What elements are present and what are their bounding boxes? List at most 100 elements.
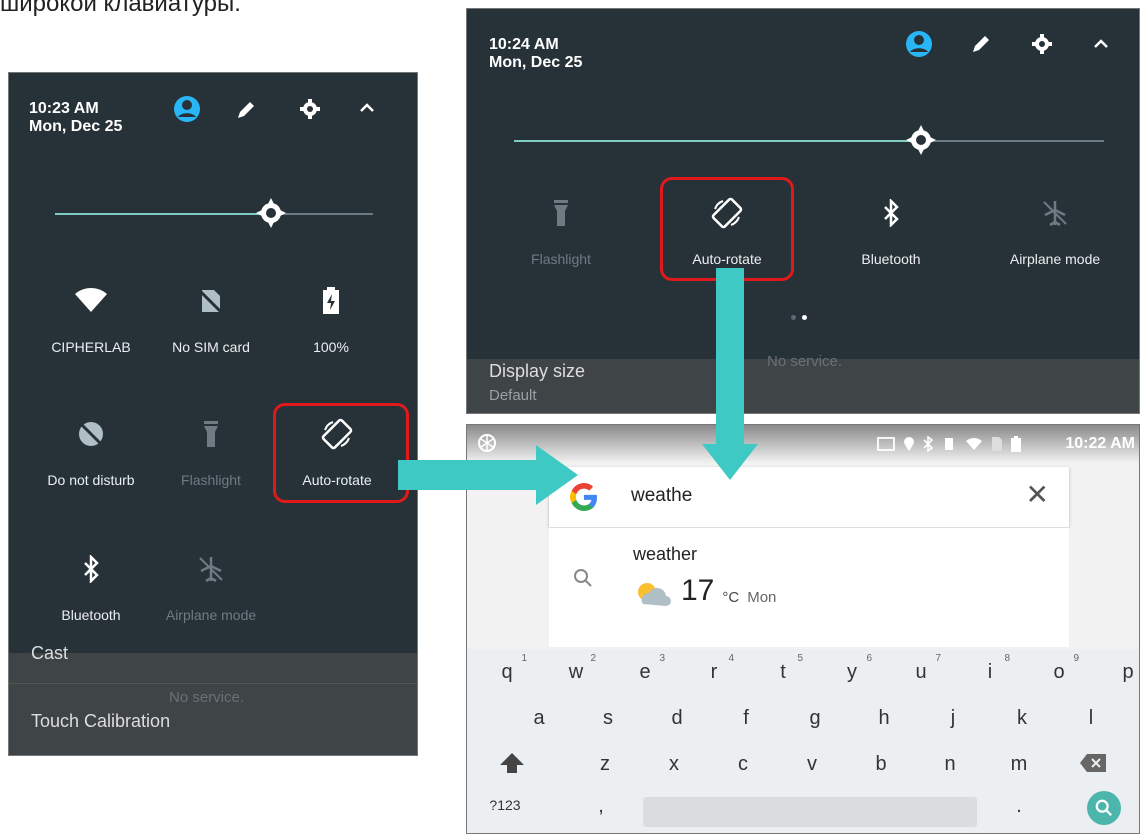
search-box[interactable]: weathe ✕	[549, 467, 1069, 527]
location-icon	[904, 437, 914, 451]
key-b[interactable]: b	[851, 753, 911, 776]
arrow-down-shaft	[716, 268, 744, 446]
background-settings-list: Display size Default No service.	[467, 353, 1139, 413]
search-key-icon[interactable]	[1087, 791, 1121, 825]
user-account-icon[interactable]	[173, 95, 201, 123]
tile-bluetooth[interactable]: Bluetooth	[831, 197, 951, 267]
key-y[interactable]: y6	[822, 653, 882, 684]
brightness-slider[interactable]	[55, 198, 373, 228]
partly-cloudy-icon	[638, 583, 671, 606]
key-w[interactable]: w2	[546, 653, 606, 684]
symbols-key[interactable]: ?123	[475, 797, 535, 813]
space-bar[interactable]	[643, 797, 977, 827]
clock-date: Mon, Dec 25	[489, 54, 583, 71]
on-screen-keyboard: q1 w2 e3 r4 t5 y6 u7 i8 o9 p0 asdfghjkl zxcvbnm ?…	[467, 649, 1139, 833]
period-key[interactable]: .	[989, 795, 1049, 818]
key-o[interactable]: o9	[1029, 653, 1089, 684]
key-h[interactable]: h	[854, 707, 914, 730]
wifi-icon	[966, 438, 982, 450]
tile-airplane[interactable]: Airplane mode	[995, 197, 1115, 267]
airplane-icon	[151, 553, 271, 585]
cast-item-cut: Cast	[31, 643, 69, 663]
suggestion-weather[interactable]: weather 17 °C Mon	[549, 527, 1069, 647]
collapse-chevron-icon[interactable]	[1093, 37, 1109, 49]
no-sim-icon	[992, 437, 1002, 451]
touch-calibration-item[interactable]: Touch Calibration	[31, 711, 170, 732]
key-v[interactable]: v	[782, 753, 842, 776]
keyboard-row-2: asdfghjkl	[467, 707, 1139, 751]
search-icon	[573, 568, 593, 593]
do-not-disturb-icon	[31, 418, 151, 450]
key-j[interactable]: j	[923, 707, 983, 730]
backspace-key-icon[interactable]	[1063, 753, 1123, 779]
shift-key-icon[interactable]	[482, 751, 542, 781]
key-g[interactable]: g	[785, 707, 845, 730]
cast-icon	[877, 437, 895, 451]
tile-no-sim[interactable]: No SIM card	[151, 285, 271, 355]
key-s[interactable]: s	[578, 707, 638, 730]
keyboard-row-4: ?123 , .	[467, 789, 1139, 833]
clock-time: 10:23 AM	[29, 100, 99, 117]
key-p[interactable]: p0	[1098, 661, 1139, 684]
key-e[interactable]: e3	[615, 653, 675, 684]
key-t[interactable]: t5	[753, 653, 813, 684]
display-size-value: Default	[489, 387, 537, 404]
key-d[interactable]: d	[647, 707, 707, 730]
key-u[interactable]: u7	[891, 653, 951, 684]
weather-day: Mon	[747, 589, 777, 606]
tile-battery[interactable]: 100%	[271, 285, 391, 355]
tile-airplane[interactable]: Airplane mode	[151, 553, 271, 623]
key-a[interactable]: a	[509, 707, 569, 730]
key-z[interactable]: z	[575, 753, 635, 776]
brightness-slider[interactable]	[514, 125, 1104, 155]
tile-flashlight[interactable]: Flashlight	[501, 197, 621, 267]
key-f[interactable]: f	[716, 707, 776, 730]
comma-key[interactable]: ,	[571, 795, 631, 818]
wifi-icon	[31, 285, 151, 317]
page-indicator[interactable]	[791, 315, 807, 320]
suggestion-title: weather	[633, 544, 698, 564]
settings-gear-icon[interactable]	[299, 98, 321, 120]
tile-bluetooth[interactable]: Bluetooth	[31, 553, 151, 623]
bluetooth-icon	[923, 436, 933, 452]
tile-do-not-disturb[interactable]: Do not disturb	[31, 418, 151, 488]
clock-time: 10:24 AM	[489, 36, 559, 53]
key-m[interactable]: m	[989, 753, 1049, 776]
tile-wifi[interactable]: CIPHERLAB	[31, 285, 151, 355]
display-size-item[interactable]: Display size	[489, 361, 585, 382]
edit-pencil-icon[interactable]	[970, 33, 992, 55]
brightness-thumb-icon[interactable]	[255, 197, 287, 229]
close-icon[interactable]: ✕	[1026, 481, 1049, 509]
key-i[interactable]: i8	[960, 653, 1020, 684]
battery-charging-icon	[271, 285, 391, 317]
flashlight-icon	[151, 418, 271, 450]
temperature-value: 17	[681, 574, 715, 607]
aperture-icon	[477, 433, 497, 457]
no-service-text: No service.	[169, 689, 245, 706]
key-n[interactable]: n	[920, 753, 980, 776]
collapse-chevron-icon[interactable]	[359, 101, 375, 113]
vibrate-icon	[945, 438, 953, 450]
key-x[interactable]: x	[644, 753, 704, 776]
arrow-right-head	[536, 445, 578, 505]
bluetooth-icon	[831, 197, 951, 229]
key-k[interactable]: k	[992, 707, 1052, 730]
arrow-down-head	[702, 444, 758, 480]
key-q[interactable]: q1	[477, 653, 537, 684]
brightness-thumb-icon[interactable]	[905, 124, 937, 156]
background-settings-list: Cast No service. Touch Calibration	[9, 643, 417, 755]
battery-charging-icon	[1011, 436, 1021, 452]
temperature-unit: °C	[722, 589, 740, 606]
key-r[interactable]: r4	[684, 653, 744, 684]
key-c[interactable]: c	[713, 753, 773, 776]
flashlight-icon	[501, 197, 621, 229]
airplane-icon	[995, 197, 1115, 229]
auto-rotate-highlight	[273, 403, 409, 503]
edit-pencil-icon[interactable]	[235, 99, 257, 121]
key-l[interactable]: l	[1061, 707, 1121, 730]
search-query[interactable]: weathe	[631, 485, 692, 507]
settings-gear-icon[interactable]	[1031, 33, 1053, 55]
tile-flashlight[interactable]: Flashlight	[151, 418, 271, 488]
quick-settings-panel-portrait: 10:23 AM Mon, Dec 25 CIPHERLAB No SIM ca…	[8, 72, 418, 756]
user-account-icon[interactable]	[905, 30, 933, 58]
